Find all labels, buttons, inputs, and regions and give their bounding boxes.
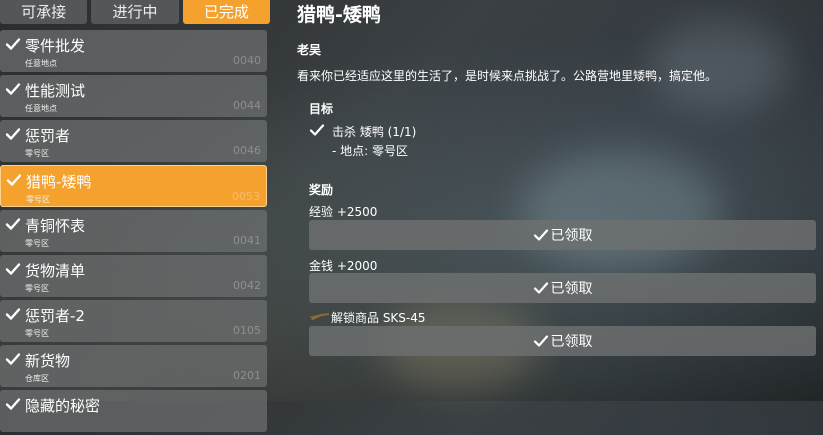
claim-button-unlock[interactable]: 已领取	[309, 326, 816, 356]
quest-code: 0201	[233, 369, 261, 382]
reward-label-unlock: 解锁商品 SKS-45	[331, 311, 426, 325]
tab-completed[interactable]: 已完成	[182, 0, 270, 24]
quest-title: 新货物	[25, 352, 71, 370]
check-icon	[6, 174, 22, 186]
check-icon	[5, 218, 21, 230]
reward-label-exp: 经验 +2500	[309, 205, 378, 219]
quest-list-item[interactable]: 新货物仓库区 0201	[0, 345, 267, 387]
check-icon	[5, 128, 21, 140]
claim-button-label: 已领取	[550, 281, 593, 297]
quest-location: 零号区	[25, 149, 49, 158]
quest-location: 零号区	[25, 284, 49, 293]
tab-in-progress[interactable]: 进行中	[91, 0, 179, 24]
check-icon	[5, 263, 21, 275]
check-icon	[309, 124, 325, 136]
quest-title: 猎鸭-矮鸭	[297, 4, 381, 26]
quest-title: 性能测试	[25, 82, 86, 100]
quest-code: 0046	[233, 144, 261, 157]
quest-list-item[interactable]: 零件批发任意地点 0040	[0, 30, 267, 72]
quest-list-item[interactable]: 青铜怀表零号区 0041	[0, 210, 267, 252]
quest-code: 0042	[233, 279, 261, 292]
goal-text: 击杀 矮鸭 (1/1)	[332, 125, 417, 139]
check-icon	[5, 38, 21, 50]
quest-title: 惩罚者	[25, 127, 71, 145]
claim-button-label: 已领取	[550, 334, 593, 350]
check-icon	[5, 308, 21, 320]
claim-button-label: 已领取	[550, 228, 593, 244]
reward-label-money: 金钱 +2000	[309, 259, 378, 273]
quest-location: 仓库区	[25, 374, 49, 383]
quest-title: 猎鸭-矮鸭	[26, 173, 92, 191]
quest-description: 看来你已经适应这里的生活了，是时候来点挑战了。公路营地里矮鸭，搞定他。	[297, 69, 718, 83]
quest-location: 任意地点	[25, 59, 57, 68]
quest-code: 0041	[233, 234, 261, 247]
claim-button-exp[interactable]: 已领取	[309, 220, 816, 250]
check-icon	[533, 335, 548, 347]
goal-location: - 地点: 零号区	[332, 144, 409, 158]
quest-title: 隐藏的秘密	[25, 397, 101, 415]
quest-code: 0044	[233, 99, 261, 112]
quest-title: 零件批发	[25, 37, 86, 55]
quest-location: 任意地点	[25, 104, 57, 113]
rifle-icon	[309, 313, 329, 320]
quest-title: 货物清单	[25, 262, 86, 280]
quest-title: 惩罚者-2	[25, 307, 85, 325]
quest-list-item[interactable]: 性能测试任意地点 0044	[0, 75, 267, 117]
quest-list-item[interactable]: 猎鸭-矮鸭零号区 0053	[0, 165, 267, 207]
check-icon	[5, 398, 21, 410]
quest-list-item[interactable]: 隐藏的秘密	[0, 390, 267, 432]
check-icon	[533, 229, 548, 241]
quest-location: 零号区	[26, 195, 50, 204]
quest-title: 青铜怀表	[25, 217, 86, 235]
check-icon	[5, 83, 21, 95]
claim-button-money[interactable]: 已领取	[309, 273, 816, 303]
quest-list-item[interactable]: 货物清单零号区 0042	[0, 255, 267, 297]
check-icon	[5, 353, 21, 365]
quest-location: 零号区	[25, 239, 49, 248]
quest-list-item[interactable]: 惩罚者零号区 0046	[0, 120, 267, 162]
quest-giver: 老吴	[297, 43, 322, 57]
check-icon	[533, 282, 548, 294]
quest-code: 0040	[233, 54, 261, 67]
quest-location: 零号区	[25, 329, 49, 338]
reward-heading: 奖励	[309, 183, 334, 197]
quest-code: 0053	[232, 190, 260, 203]
quest-list: 零件批发 任意地点 0040 性能测试 任意地点 0044 惩罚者 零号区 0046 猎鸭-矮鸭零…	[0, 30, 270, 435]
goal-heading: 目标	[309, 102, 334, 116]
quest-code: 0105	[233, 324, 261, 337]
quest-list-item[interactable]: 惩罚者-2 零号区 0105	[0, 300, 267, 342]
quest-tabs: 可承接 进行中 已完成	[0, 0, 270, 24]
tab-available[interactable]: 可承接	[0, 0, 88, 24]
